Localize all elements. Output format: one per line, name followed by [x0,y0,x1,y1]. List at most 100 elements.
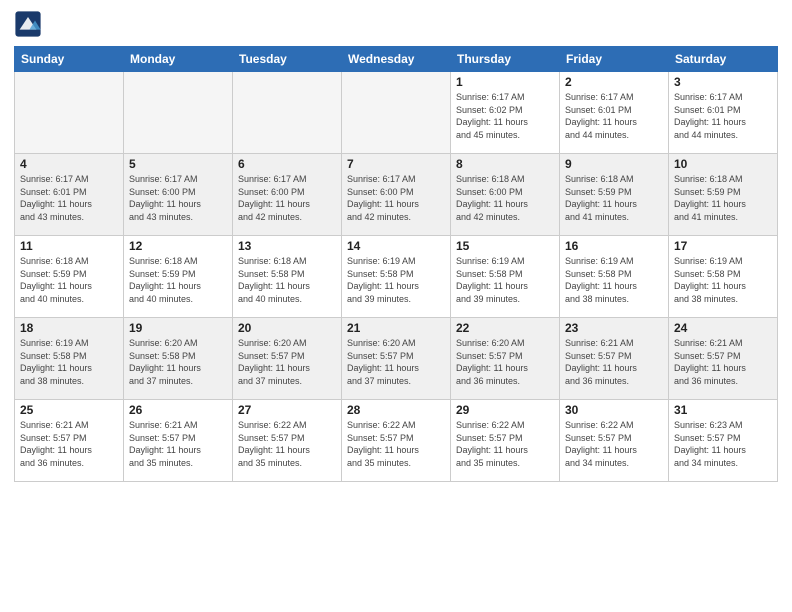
day-info: Sunrise: 6:22 AM Sunset: 5:57 PM Dayligh… [347,419,445,469]
day-info: Sunrise: 6:19 AM Sunset: 5:58 PM Dayligh… [565,255,663,305]
header [14,10,778,38]
calendar-cell: 10 Sunrise: 6:18 AM Sunset: 5:59 PM Dayli… [669,154,778,236]
day-number: 12 [129,239,227,253]
day-info: Sunrise: 6:17 AM Sunset: 6:01 PM Dayligh… [20,173,118,223]
day-number: 4 [20,157,118,171]
day-number: 6 [238,157,336,171]
calendar-cell: 17Sunrise: 6:19 AM Sunset: 5:58 PM Dayli… [669,236,778,318]
day-number: 10 [674,157,772,171]
calendar-week-row: 25 Sunrise: 6:21 AM Sunset: 5:57 PM Dayli… [15,400,778,482]
weekday-header: Saturday [669,47,778,72]
day-number: 20 [238,321,336,335]
day-info: Sunrise: 6:22 AM Sunset: 5:57 PM Dayligh… [456,419,554,469]
day-info: Sunrise: 6:18 AM Sunset: 5:58 PM Dayligh… [238,255,336,305]
day-number: 3 [674,75,772,89]
day-number: 25 [20,403,118,417]
day-info: Sunrise: 6:20 AM Sunset: 5:57 PM Dayligh… [456,337,554,387]
day-number: 29 [456,403,554,417]
day-info: Sunrise: 6:21 AM Sunset: 5:57 PM Dayligh… [565,337,663,387]
calendar-cell: 29 Sunrise: 6:22 AM Sunset: 5:57 PM Dayli… [451,400,560,482]
day-number: 1 [456,75,554,89]
calendar-cell: 12Sunrise: 6:18 AM Sunset: 5:59 PM Dayli… [124,236,233,318]
day-number: 9 [565,157,663,171]
day-info: Sunrise: 6:17 AM Sunset: 6:00 PM Dayligh… [347,173,445,223]
calendar-cell: 20Sunrise: 6:20 AM Sunset: 5:57 PM Dayli… [233,318,342,400]
day-number: 18 [20,321,118,335]
day-info: Sunrise: 6:18 AM Sunset: 6:00 PM Dayligh… [456,173,554,223]
calendar-cell: 3 Sunrise: 6:17 AM Sunset: 6:01 PM Daylig… [669,72,778,154]
day-info: Sunrise: 6:17 AM Sunset: 6:00 PM Dayligh… [238,173,336,223]
day-info: Sunrise: 6:20 AM Sunset: 5:58 PM Dayligh… [129,337,227,387]
calendar-week-row: 11Sunrise: 6:18 AM Sunset: 5:59 PM Dayli… [15,236,778,318]
calendar-cell: 31 Sunrise: 6:23 AM Sunset: 5:57 PM Dayli… [669,400,778,482]
day-info: Sunrise: 6:19 AM Sunset: 5:58 PM Dayligh… [456,255,554,305]
day-info: Sunrise: 6:17 AM Sunset: 6:02 PM Dayligh… [456,91,554,141]
calendar-cell: 21 Sunrise: 6:20 AM Sunset: 5:57 PM Dayli… [342,318,451,400]
calendar-cell: 22Sunrise: 6:20 AM Sunset: 5:57 PM Dayli… [451,318,560,400]
calendar-cell: 9Sunrise: 6:18 AM Sunset: 5:59 PM Daylig… [560,154,669,236]
calendar-week-row: 4 Sunrise: 6:17 AM Sunset: 6:01 PM Daylig… [15,154,778,236]
day-number: 30 [565,403,663,417]
calendar-cell: 2 Sunrise: 6:17 AM Sunset: 6:01 PM Daylig… [560,72,669,154]
calendar-table: SundayMondayTuesdayWednesdayThursdayFrid… [14,46,778,482]
day-info: Sunrise: 6:22 AM Sunset: 5:57 PM Dayligh… [238,419,336,469]
calendar-cell [124,72,233,154]
calendar-cell: 15 Sunrise: 6:19 AM Sunset: 5:58 PM Dayli… [451,236,560,318]
day-number: 19 [129,321,227,335]
calendar-cell: 28 Sunrise: 6:22 AM Sunset: 5:57 PM Dayli… [342,400,451,482]
calendar-cell: 18 Sunrise: 6:19 AM Sunset: 5:58 PM Dayli… [15,318,124,400]
day-number: 2 [565,75,663,89]
calendar-cell: 26Sunrise: 6:21 AM Sunset: 5:57 PM Dayli… [124,400,233,482]
calendar-cell [15,72,124,154]
day-info: Sunrise: 6:20 AM Sunset: 5:57 PM Dayligh… [347,337,445,387]
day-number: 15 [456,239,554,253]
calendar-cell: 4 Sunrise: 6:17 AM Sunset: 6:01 PM Daylig… [15,154,124,236]
day-info: Sunrise: 6:21 AM Sunset: 5:57 PM Dayligh… [674,337,772,387]
weekday-header: Monday [124,47,233,72]
calendar-cell: 30 Sunrise: 6:22 AM Sunset: 5:57 PM Dayli… [560,400,669,482]
day-number: 5 [129,157,227,171]
weekday-header: Tuesday [233,47,342,72]
day-info: Sunrise: 6:22 AM Sunset: 5:57 PM Dayligh… [565,419,663,469]
day-number: 28 [347,403,445,417]
calendar-cell [342,72,451,154]
day-info: Sunrise: 6:17 AM Sunset: 6:01 PM Dayligh… [674,91,772,141]
day-number: 27 [238,403,336,417]
calendar-cell: 1 Sunrise: 6:17 AM Sunset: 6:02 PM Daylig… [451,72,560,154]
day-number: 11 [20,239,118,253]
day-info: Sunrise: 6:19 AM Sunset: 5:58 PM Dayligh… [20,337,118,387]
weekday-header: Wednesday [342,47,451,72]
calendar-cell [233,72,342,154]
day-info: Sunrise: 6:18 AM Sunset: 5:59 PM Dayligh… [674,173,772,223]
day-number: 13 [238,239,336,253]
weekday-header: Thursday [451,47,560,72]
logo [14,10,44,38]
weekday-header: Sunday [15,47,124,72]
calendar-week-row: 18 Sunrise: 6:19 AM Sunset: 5:58 PM Dayli… [15,318,778,400]
day-number: 24 [674,321,772,335]
weekday-header-row: SundayMondayTuesdayWednesdayThursdayFrid… [15,47,778,72]
day-info: Sunrise: 6:21 AM Sunset: 5:57 PM Dayligh… [20,419,118,469]
calendar-cell: 16Sunrise: 6:19 AM Sunset: 5:58 PM Dayli… [560,236,669,318]
day-number: 7 [347,157,445,171]
day-info: Sunrise: 6:17 AM Sunset: 6:01 PM Dayligh… [565,91,663,141]
day-number: 14 [347,239,445,253]
calendar-cell: 19 Sunrise: 6:20 AM Sunset: 5:58 PM Dayli… [124,318,233,400]
logo-icon [14,10,42,38]
calendar-cell: 8Sunrise: 6:18 AM Sunset: 6:00 PM Daylig… [451,154,560,236]
calendar-week-row: 1 Sunrise: 6:17 AM Sunset: 6:02 PM Daylig… [15,72,778,154]
calendar-cell: 13 Sunrise: 6:18 AM Sunset: 5:58 PM Dayli… [233,236,342,318]
calendar-cell: 25 Sunrise: 6:21 AM Sunset: 5:57 PM Dayli… [15,400,124,482]
day-number: 31 [674,403,772,417]
day-number: 21 [347,321,445,335]
calendar-cell: 14 Sunrise: 6:19 AM Sunset: 5:58 PM Dayli… [342,236,451,318]
day-info: Sunrise: 6:19 AM Sunset: 5:58 PM Dayligh… [674,255,772,305]
calendar-cell: 24 Sunrise: 6:21 AM Sunset: 5:57 PM Dayli… [669,318,778,400]
day-number: 23 [565,321,663,335]
day-number: 26 [129,403,227,417]
day-info: Sunrise: 6:23 AM Sunset: 5:57 PM Dayligh… [674,419,772,469]
calendar-cell: 6 Sunrise: 6:17 AM Sunset: 6:00 PM Daylig… [233,154,342,236]
calendar-cell: 5 Sunrise: 6:17 AM Sunset: 6:00 PM Daylig… [124,154,233,236]
day-info: Sunrise: 6:17 AM Sunset: 6:00 PM Dayligh… [129,173,227,223]
day-info: Sunrise: 6:19 AM Sunset: 5:58 PM Dayligh… [347,255,445,305]
